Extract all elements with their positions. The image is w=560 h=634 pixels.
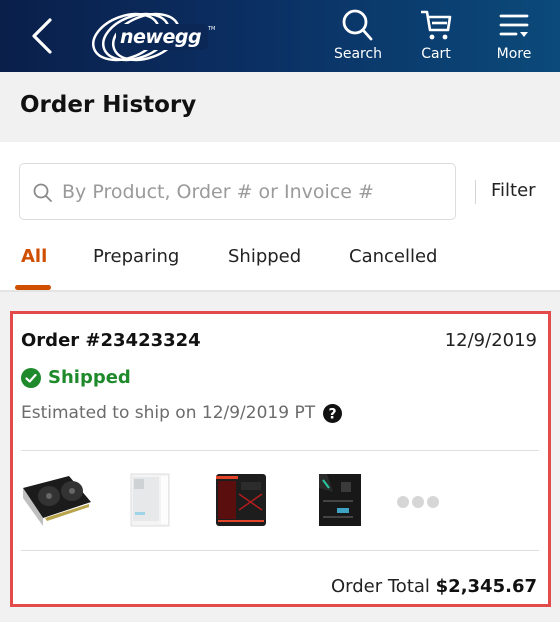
order-total-value: $2,345.67 [435, 576, 537, 597]
nav-more-label: More [496, 46, 532, 62]
nav-cart-label: Cart [421, 46, 451, 62]
product-thumbnail-red-case[interactable] [206, 470, 286, 530]
product-thumbnail-motherboard[interactable] [303, 470, 383, 530]
order-status-tabs: All Preparing Shipped Cancelled [0, 242, 560, 290]
divider [21, 550, 539, 551]
svg-text:?: ? [329, 406, 337, 422]
help-icon[interactable]: ? [323, 403, 343, 423]
order-status-label: Shipped [48, 367, 131, 388]
order-total: Order Total $2,345.67 [331, 576, 537, 597]
filter-button[interactable]: Filter [491, 180, 536, 201]
search-icon [33, 183, 52, 202]
top-nav-bar: newegg TM Search Cart More [0, 0, 560, 72]
page-header: Order History [0, 72, 560, 142]
tab-shipped[interactable]: Shipped [228, 246, 301, 267]
nav-cart-button[interactable]: Cart [406, 8, 466, 68]
tab-all[interactable]: All [21, 246, 47, 267]
page-title: Order History [20, 92, 197, 118]
order-total-label: Order Total [331, 576, 436, 597]
trademark: TM [208, 26, 216, 32]
nav-search-label: Search [333, 46, 383, 62]
white-case-image [130, 473, 170, 527]
order-number: Order #23423324 [21, 330, 201, 351]
search-icon [342, 9, 373, 41]
order-card[interactable]: Order #23423324 12/9/2019 Shipped Estima… [10, 311, 551, 607]
motherboard-image [319, 474, 361, 526]
order-status: Shipped [21, 367, 131, 388]
nav-more-button[interactable]: More [484, 8, 544, 68]
order-date: 12/9/2019 [444, 330, 537, 351]
newegg-logo[interactable]: newegg TM [86, 10, 221, 64]
ship-estimate-text: Estimated to ship on 12/9/2019 PT [21, 403, 316, 423]
chevron-left-icon [32, 18, 52, 54]
menu-icon [499, 14, 529, 37]
cart-icon [421, 10, 452, 40]
brand-name: newegg [120, 26, 202, 48]
search-box[interactable] [19, 163, 456, 220]
back-button[interactable] [28, 16, 58, 56]
check-circle-icon [21, 367, 41, 388]
order-search-input[interactable] [62, 176, 447, 208]
dot-icon [412, 496, 424, 508]
tab-preparing[interactable]: Preparing [93, 246, 179, 267]
panel-divider [0, 290, 560, 292]
red-case-image [216, 474, 266, 526]
tab-cancelled[interactable]: Cancelled [349, 246, 437, 267]
more-items-indicator[interactable] [397, 493, 445, 508]
divider [475, 180, 476, 204]
nav-search-button[interactable]: Search [328, 8, 388, 68]
dot-icon [397, 496, 409, 508]
product-thumbnail-white-case[interactable] [113, 470, 193, 530]
graphics-card-image [23, 476, 91, 526]
dot-icon [427, 496, 439, 508]
filter-panel: Filter All Preparing Shipped Cancelled [0, 142, 560, 290]
ship-estimate: Estimated to ship on 12/9/2019 PT ? [21, 403, 343, 423]
product-thumbnail-graphics-card[interactable] [17, 470, 97, 530]
next-order-card [0, 622, 560, 634]
divider [21, 450, 539, 451]
